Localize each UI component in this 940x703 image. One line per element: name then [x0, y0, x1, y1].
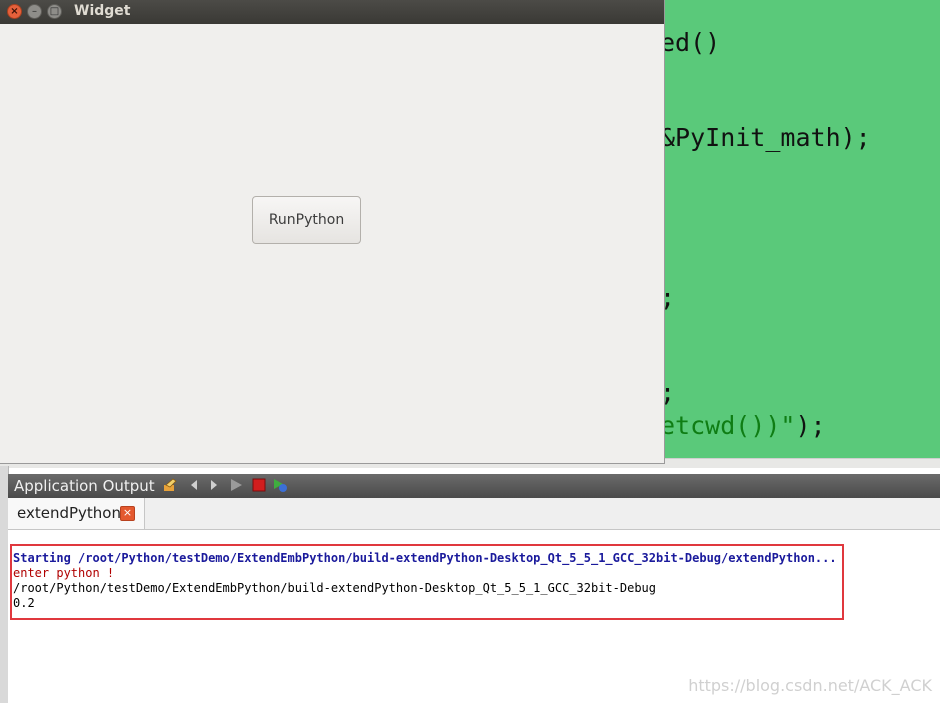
code-tail: );: [795, 411, 826, 440]
code-line: etcwd())");: [664, 411, 826, 440]
widget-window: × – □ Widget RunPython: [0, 0, 665, 464]
tab-extendpython[interactable]: extendPython ×: [8, 498, 145, 529]
attach-debugger-icon[interactable]: [272, 477, 288, 493]
run-icon[interactable]: [228, 477, 244, 493]
stop-icon[interactable]: [251, 477, 267, 493]
clear-output-icon[interactable]: [162, 477, 178, 493]
close-icon[interactable]: ×: [120, 506, 135, 521]
previous-icon[interactable]: [186, 477, 202, 493]
output-tab-bar: extendPython ×: [8, 498, 940, 530]
window-titlebar[interactable]: × – □ Widget: [0, 0, 664, 24]
code-string: etcwd())": [664, 411, 796, 440]
code-line: ;: [664, 283, 675, 312]
code-line: ;: [664, 378, 675, 407]
highlight-box: [10, 544, 844, 620]
run-python-button[interactable]: RunPython: [252, 196, 361, 244]
close-icon[interactable]: ×: [7, 4, 22, 19]
application-output-toolbar: Application Output: [8, 474, 940, 499]
tab-label: extendPython: [17, 504, 121, 522]
code-line: ed(): [664, 28, 721, 57]
window-title: Widget: [74, 3, 131, 19]
code-line: &PyInit_math);: [664, 123, 871, 152]
application-output-title: Application Output: [14, 477, 155, 495]
minimize-icon[interactable]: –: [27, 4, 42, 19]
watermark: https://blog.csdn.net/ACK_ACK: [688, 676, 932, 695]
next-icon[interactable]: [206, 477, 222, 493]
code-editor[interactable]: ed() &PyInit_math); ; ; etcwd())");: [664, 0, 940, 458]
maximize-icon[interactable]: □: [47, 4, 62, 19]
